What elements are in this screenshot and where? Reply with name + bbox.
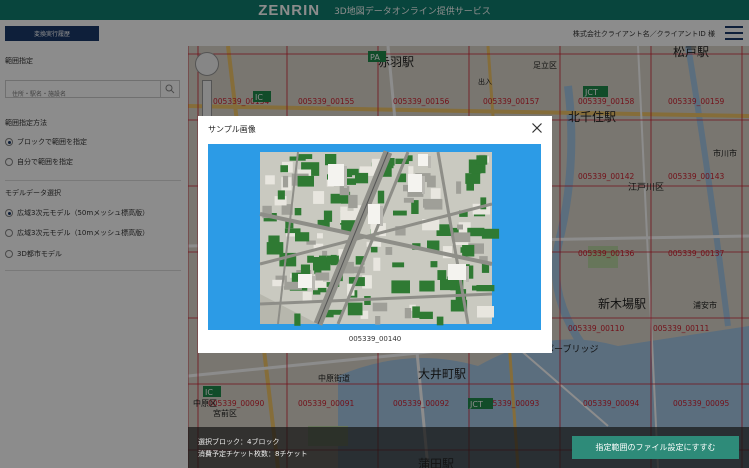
- city-block: [297, 175, 314, 187]
- city-block: [280, 165, 288, 173]
- sample-image: [208, 144, 541, 330]
- city-block: [317, 233, 323, 239]
- close-icon[interactable]: [531, 122, 543, 134]
- city-tower-shadow: [344, 166, 347, 188]
- city-block: [372, 302, 388, 312]
- city-tower-shadow: [380, 206, 383, 226]
- city-block: [385, 247, 393, 255]
- city-block: [325, 154, 337, 166]
- city-block: [423, 198, 442, 208]
- bottom-bar: 選択ブロック：4ブロック 消費予定チケット枚数：8チケット 指定範囲のファイル設…: [188, 427, 749, 468]
- city-block: [268, 235, 280, 245]
- city-block: [391, 280, 410, 294]
- city-tower-shadow: [428, 156, 431, 168]
- city-block: [481, 228, 500, 239]
- city-block: [403, 197, 414, 203]
- city-block: [456, 181, 462, 194]
- city-block: [404, 308, 412, 319]
- modal-title: サンプル画像: [208, 125, 256, 134]
- city-tower: [448, 264, 466, 280]
- city-block: [477, 306, 494, 318]
- ticket-count: 消費予定チケット枚数：8チケット: [198, 450, 308, 458]
- city-block: [419, 311, 433, 319]
- city-block: [476, 285, 495, 292]
- city-tower: [328, 164, 344, 186]
- city-block: [373, 257, 381, 271]
- city-block: [323, 210, 333, 222]
- city-block: [377, 190, 385, 204]
- modal-caption: 005339_00140: [348, 335, 402, 343]
- city-block: [330, 193, 343, 204]
- city-block: [295, 232, 310, 242]
- city-block: [393, 210, 407, 216]
- city-block: [307, 255, 314, 263]
- city-block: [430, 188, 441, 200]
- sample-image-modal: サンプル画像 005339_00140: [198, 116, 552, 353]
- city-block: [277, 190, 285, 200]
- city-tower-shadow: [422, 176, 425, 194]
- city-block: [462, 244, 475, 257]
- city-3d-render: [259, 150, 500, 326]
- city-block: [370, 246, 378, 253]
- city-block: [440, 279, 457, 291]
- city-block: [375, 316, 381, 325]
- city-block: [476, 155, 488, 165]
- city-block: [294, 313, 301, 326]
- city-block: [392, 262, 405, 268]
- city-block: [326, 255, 339, 265]
- city-block: [355, 172, 369, 184]
- city-tower: [298, 274, 312, 288]
- city-tower: [418, 154, 428, 166]
- city-block: [347, 302, 363, 316]
- city-block: [436, 316, 444, 326]
- city-tower-shadow: [466, 266, 469, 282]
- selected-blocks: 選択ブロック：4ブロック: [198, 438, 280, 446]
- city-block: [315, 272, 330, 281]
- city-block: [453, 232, 471, 243]
- city-block: [313, 191, 325, 204]
- city-tower: [408, 174, 422, 192]
- city-tower: [368, 204, 380, 224]
- city-block: [437, 270, 447, 280]
- city-block: [430, 261, 438, 268]
- city-tower-shadow: [312, 276, 315, 290]
- city-block: [348, 194, 358, 209]
- city-block: [265, 175, 275, 185]
- city-block: [346, 178, 356, 185]
- city-block: [319, 255, 326, 260]
- apply-range-button[interactable]: 指定範囲のファイル設定にすすむ: [572, 436, 739, 459]
- city-block: [282, 175, 289, 188]
- city-block: [294, 208, 302, 216]
- city-block: [457, 224, 463, 230]
- city-block: [419, 280, 435, 292]
- city-block: [412, 306, 420, 318]
- city-block: [465, 173, 481, 184]
